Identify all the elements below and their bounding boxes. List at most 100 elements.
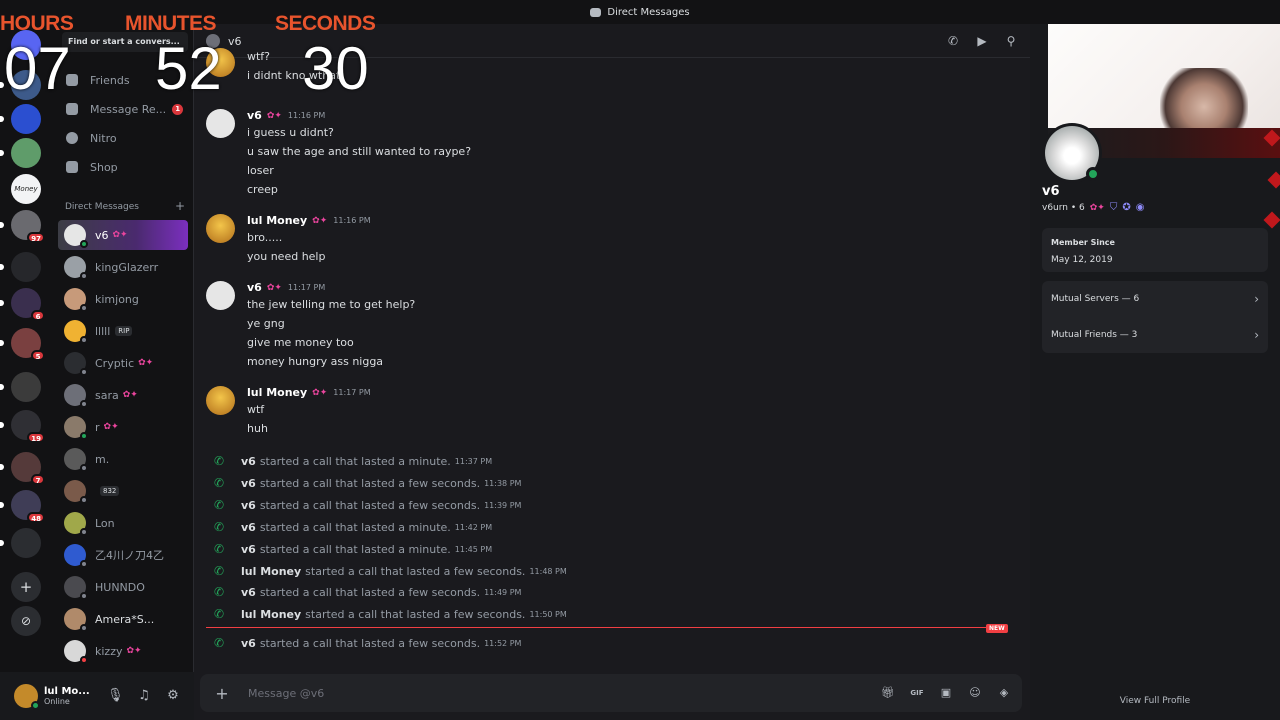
server-icon[interactable] [0,528,41,558]
profile-name: v6 [1042,184,1060,199]
user-panel: lul Mo... Online 🎙︎ ♫ ⚙ [0,672,194,720]
add-dm-icon[interactable]: + [175,200,185,212]
message-header: v6 ✿✦ 11:17 PM [247,281,325,294]
dm-tag: 832 [100,486,120,496]
gif-icon[interactable]: GIF [909,685,925,701]
avatar[interactable] [14,684,40,710]
message-author[interactable]: v6 [247,109,262,122]
avatar [64,640,88,664]
pin-icon[interactable]: ⚲ [1003,33,1019,49]
dm-item[interactable]: Amera*S... [58,604,188,634]
message-composer: + Message @v6 🎁︎ GIF ▣ ☺ ◈ [200,674,1022,712]
profile-avatar[interactable] [1042,123,1102,183]
call-author[interactable]: v6 [241,637,256,650]
mutual-friends-row[interactable]: Mutual Friends — 3 › [1051,318,1259,352]
call-author[interactable]: v6 [241,499,256,512]
server-icon[interactable] [0,138,41,168]
call-time: 11:37 PM [454,456,493,466]
call-text: started a call that lasted a few seconds… [259,636,481,650]
server-icon[interactable] [0,104,41,134]
gear-icon[interactable]: ⚙ [165,688,181,704]
user-names[interactable]: lul Mo... Online [44,686,94,706]
call-author[interactable]: lul Money [241,565,301,578]
message-author[interactable]: lul Money [247,386,307,399]
badge-icon: ✿✦ [266,282,282,293]
shop-icon [66,161,78,173]
sticker-icon[interactable]: ▣ [938,685,954,701]
mutuals-card: Mutual Servers — 6 › Mutual Friends — 3 … [1042,281,1268,353]
avatar [64,352,88,376]
message-text: wtf [247,403,265,416]
dm-item[interactable]: Cryptic ✿✦ [58,348,188,378]
avatar[interactable] [206,281,235,310]
dm-item[interactable]: 832 [58,476,188,506]
timer-hours-label: HOURS [0,12,74,35]
badge-icon: ✿✦ [312,387,328,398]
call-author[interactable]: v6 [241,521,256,534]
message-input[interactable]: Message @v6 [248,687,848,700]
dm-item[interactable]: kimjong [58,284,188,314]
emoji-icon[interactable]: ☺ [967,685,983,701]
status-indicator [80,400,88,408]
phone-call-icon[interactable]: ✆ [945,33,961,49]
server-icon[interactable] [0,252,41,282]
dm-item-v6[interactable]: v6 ✿✦ [58,220,188,250]
mutual-servers-row[interactable]: Mutual Servers — 6 › [1051,282,1259,316]
call-author[interactable]: v6 [241,477,256,490]
dm-name: Cryptic [95,356,135,370]
message-author[interactable]: lul Money [247,214,307,227]
headphones-icon[interactable]: ♫ [136,688,152,704]
dm-item[interactable]: kingGlazerr [58,252,188,282]
upload-plus-icon[interactable]: + [214,684,230,703]
call-author[interactable]: v6 [241,543,256,556]
apps-icon[interactable]: ◈ [996,685,1012,701]
phone-icon: ✆ [214,564,225,578]
nav-nitro[interactable]: Nitro [58,125,188,151]
dm-item[interactable]: r ✿✦ [58,412,188,442]
message-text: i guess u didnt? [247,126,334,139]
dm-item[interactable]: 乙4川ノ刀4乙 [58,540,188,570]
dm-item[interactable]: kizzy ✿✦ [58,636,188,666]
message-text: the jew telling me to get help? [247,298,416,311]
message-time: 11:16 PM [333,216,371,225]
dm-item[interactable]: Lon [58,508,188,538]
nav-nitro-label: Nitro [90,131,117,145]
call-author[interactable]: lul Money [241,608,301,621]
call-event: ✆ v6 started a call that lasted a few se… [214,583,521,601]
avatar[interactable] [206,386,235,415]
money-server-icon[interactable]: Money [11,174,41,204]
dm-item[interactable]: sara ✿✦ [58,380,188,410]
user-name: lul Mo... [44,686,90,697]
call-author[interactable]: v6 [241,586,256,599]
avatar[interactable] [206,109,235,138]
timer-hours-value: 07 [4,35,71,102]
microphone-icon[interactable]: 🎙︎ [107,688,124,704]
server-icon[interactable]: 5 [0,328,45,361]
gift-icon[interactable]: 🎁︎ [880,685,896,701]
call-author[interactable]: v6 [241,455,256,468]
nav-shop[interactable]: Shop [58,154,188,180]
avatar[interactable] [206,214,235,243]
call-time: 11:52 PM [484,638,522,648]
server-icon[interactable] [0,372,41,402]
call-event: ✆ v6 started a call that lasted a minute… [214,452,492,470]
video-call-icon[interactable]: ▶ [974,33,990,49]
call-event: ✆ lul Money started a call that lasted a… [214,562,567,580]
server-icon[interactable]: 19 [0,410,45,443]
call-text: started a call that lasted a few seconds… [305,564,526,578]
dm-item[interactable]: HUNNDO [58,572,188,602]
view-full-profile-link[interactable]: View Full Profile [1030,696,1280,706]
server-badge: 19 [27,432,45,443]
server-badge: 48 [27,512,45,523]
avatar [64,224,88,248]
server-icon[interactable]: 7 [0,452,45,485]
dm-item[interactable]: m. [58,444,188,474]
add-server-icon[interactable]: + [11,572,41,602]
server-icon[interactable]: 48 [0,490,45,523]
server-icon[interactable]: 6 [0,288,45,321]
message-author[interactable]: v6 [247,281,262,294]
discover-icon[interactable]: ⊘ [11,606,41,636]
server-icon[interactable]: 97 [0,210,45,243]
message-text: give me money too [247,336,354,349]
dm-item[interactable]: lllll RIP [58,316,188,346]
